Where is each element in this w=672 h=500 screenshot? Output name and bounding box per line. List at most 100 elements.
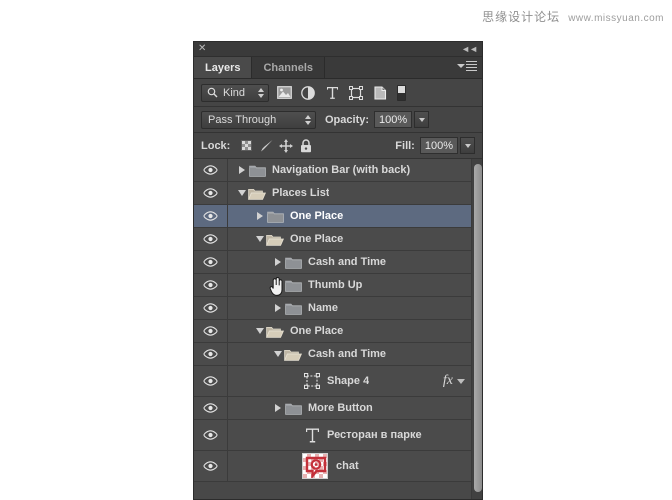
folder-closed-icon <box>284 256 302 269</box>
layer-row[interactable]: Places List <box>194 182 471 205</box>
folder-closed-icon <box>284 279 302 292</box>
layer-visibility-toggle[interactable] <box>194 297 228 319</box>
eye-icon <box>203 461 218 471</box>
eye-icon <box>203 188 218 198</box>
layer-row-body[interactable]: Places List <box>228 182 471 204</box>
layer-row[interactable]: Cash and Time <box>194 343 471 366</box>
eye-icon <box>203 211 218 221</box>
layer-row-body[interactable]: Shape 4fx <box>228 366 471 396</box>
layer-list-scrollbar[interactable] <box>471 159 482 499</box>
twirl-collapsed-icon[interactable] <box>272 258 284 266</box>
layer-visibility-toggle[interactable] <box>194 451 228 481</box>
layer-visibility-toggle[interactable] <box>194 366 228 396</box>
layer-name: Navigation Bar (with back) <box>272 164 410 176</box>
layer-visibility-toggle[interactable] <box>194 251 228 273</box>
layer-name: chat <box>336 460 359 472</box>
layer-effects-fx-icon[interactable]: fx <box>443 373 457 389</box>
opacity-label: Opacity: <box>325 114 369 126</box>
layer-row[interactable]: More Button <box>194 397 471 420</box>
layer-row[interactable]: Name <box>194 297 471 320</box>
layer-visibility-toggle[interactable] <box>194 228 228 250</box>
lock-row: Lock: Fill: 100% <box>194 133 482 159</box>
folder-closed-icon <box>284 402 302 415</box>
twirl-expanded-icon[interactable] <box>254 236 266 242</box>
layer-name: One Place <box>290 233 343 245</box>
layer-row-body[interactable]: Cash and Time <box>228 251 471 273</box>
stepper-arrows-icon[interactable] <box>258 88 264 98</box>
layer-visibility-toggle[interactable] <box>194 274 228 296</box>
twirl-collapsed-icon[interactable] <box>236 166 248 174</box>
layer-row[interactable]: Shape 4fx <box>194 366 471 397</box>
layer-row-body[interactable]: More Button <box>228 397 471 419</box>
layer-thumbnail[interactable] <box>302 453 328 479</box>
layer-visibility-toggle[interactable] <box>194 343 228 365</box>
layer-list: Navigation Bar (with back) Places List One… <box>194 159 482 499</box>
layer-row-body[interactable]: chat <box>228 451 471 481</box>
layer-name: One Place <box>290 210 343 222</box>
layer-visibility-toggle[interactable] <box>194 205 228 227</box>
layer-row[interactable]: Thumb Up <box>194 274 471 297</box>
blend-mode-select[interactable]: Pass Through <box>201 111 316 129</box>
screenshot-root: 思缘设计论坛 www.missyuan.com ✕ ◄◄ Layers Chan… <box>0 0 672 500</box>
layer-row[interactable]: Cash and Time <box>194 251 471 274</box>
opacity-dropdown-arrow[interactable] <box>414 111 429 128</box>
layer-row-body[interactable]: Name <box>228 297 471 319</box>
tab-layers[interactable]: Layers <box>194 57 252 78</box>
filter-toggle-switch[interactable] <box>397 85 406 101</box>
layer-row[interactable]: Ресторан в парке <box>194 420 471 451</box>
smart-object-filter-icon[interactable] <box>371 84 389 102</box>
layer-visibility-toggle[interactable] <box>194 320 228 342</box>
layer-visibility-toggle[interactable] <box>194 182 228 204</box>
watermark: 思缘设计论坛 www.missyuan.com <box>482 8 664 25</box>
eye-icon <box>203 280 218 290</box>
layer-visibility-toggle[interactable] <box>194 397 228 419</box>
folder-closed-icon <box>266 210 284 223</box>
fill-dropdown-arrow[interactable] <box>460 137 475 154</box>
pixel-layer-filter-icon[interactable] <box>275 84 293 102</box>
layer-effects-expand-icon[interactable] <box>457 379 465 384</box>
layer-row[interactable]: Navigation Bar (with back) <box>194 159 471 182</box>
layer-row-body[interactable]: One Place <box>228 320 471 342</box>
lock-position-icon[interactable] <box>276 137 296 155</box>
layer-row[interactable]: chat <box>194 451 471 482</box>
layer-row[interactable]: One Place <box>194 205 471 228</box>
layer-row-body[interactable]: One Place <box>228 205 471 227</box>
layer-row-body[interactable]: Cash and Time <box>228 343 471 365</box>
twirl-expanded-icon[interactable] <box>272 351 284 357</box>
lock-image-pixels-icon[interactable] <box>256 137 276 155</box>
filter-kind-select[interactable]: Kind <box>201 84 269 102</box>
twirl-expanded-icon[interactable] <box>236 190 248 196</box>
layer-name: One Place <box>290 325 343 337</box>
folder-open-icon <box>266 325 284 338</box>
layer-visibility-toggle[interactable] <box>194 420 228 450</box>
blend-mode-value: Pass Through <box>208 114 276 126</box>
collapse-panel-icon[interactable]: ◄◄ <box>461 44 477 54</box>
layer-row[interactable]: One Place <box>194 320 471 343</box>
lock-label: Lock: <box>201 140 230 152</box>
layer-row-body[interactable]: Ресторан в парке <box>228 420 471 450</box>
layer-row-body[interactable]: One Place <box>228 228 471 250</box>
twirl-collapsed-icon[interactable] <box>272 404 284 412</box>
fill-input[interactable]: 100% <box>420 137 458 154</box>
lock-transparent-pixels-icon[interactable] <box>236 137 256 155</box>
layer-visibility-toggle[interactable] <box>194 159 228 181</box>
adjustment-layer-filter-icon[interactable] <box>299 84 317 102</box>
opacity-input[interactable]: 100% <box>374 111 412 128</box>
twirl-collapsed-icon[interactable] <box>272 304 284 312</box>
watermark-url: www.missyuan.com <box>568 13 664 24</box>
panel-menu-icon[interactable] <box>457 61 477 71</box>
layer-row[interactable]: One Place <box>194 228 471 251</box>
layer-row-body[interactable]: Navigation Bar (with back) <box>228 159 471 181</box>
eye-icon <box>203 326 218 336</box>
shape-layer-filter-icon[interactable] <box>347 84 365 102</box>
stepper-arrows-icon[interactable] <box>305 115 311 125</box>
type-layer-filter-icon[interactable] <box>323 84 341 102</box>
tab-channels[interactable]: Channels <box>252 57 325 78</box>
close-icon[interactable]: ✕ <box>198 44 206 54</box>
eye-icon <box>203 257 218 267</box>
scrollbar-thumb[interactable] <box>474 164 482 492</box>
layer-row-body[interactable]: Thumb Up <box>228 274 471 296</box>
lock-all-icon[interactable] <box>296 137 316 155</box>
twirl-collapsed-icon[interactable] <box>254 212 266 220</box>
twirl-expanded-icon[interactable] <box>254 328 266 334</box>
